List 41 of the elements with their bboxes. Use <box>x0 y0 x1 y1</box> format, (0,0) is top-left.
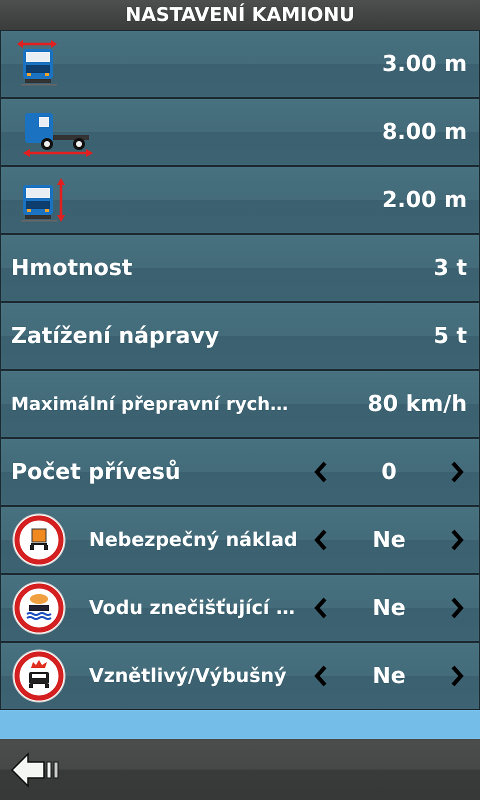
back-arrow-icon <box>10 750 60 788</box>
setting-label: Hmotnost <box>10 254 132 282</box>
chevron-left-icon <box>314 597 328 619</box>
setting-label: Počet přívesů <box>10 458 181 486</box>
screen-title: NASTAVENÍ KAMIONU <box>125 2 355 28</box>
setting-row[interactable]: Maximální přepravní rych… 80 km/h <box>0 370 480 438</box>
setting-row[interactable]: 2.00 m <box>0 166 480 234</box>
setting-row[interactable]: Počet přívesů 0 <box>0 438 480 506</box>
no-hazardous-cargo-sign-icon <box>11 512 67 568</box>
setting-row[interactable]: 8.00 m <box>0 98 480 166</box>
setting-label: Nebezpečný náklad <box>89 528 298 553</box>
back-button[interactable] <box>10 750 60 788</box>
setting-value: Ne <box>371 594 407 622</box>
setting-row[interactable]: Nebezpečný náklad Ne <box>0 506 480 574</box>
chevron-right-icon <box>450 665 464 687</box>
setting-value: Ne <box>371 526 407 554</box>
setting-label: Zatížení nápravy <box>10 322 220 350</box>
setting-value: 3.00 m <box>382 50 468 78</box>
setting-label: Vodu znečišťující … <box>89 596 296 621</box>
chevron-left-icon <box>314 461 328 483</box>
setting-value: 8.00 m <box>382 118 468 146</box>
chevron-right-icon <box>450 597 464 619</box>
setting-row[interactable]: Vodu znečišťující … Ne <box>0 574 480 642</box>
setting-label: Maximální přepravní rych… <box>10 392 288 416</box>
setting-value: 5 t <box>434 322 468 350</box>
no-explosive-cargo-sign-icon <box>11 648 67 704</box>
setting-row[interactable]: Zatížení nápravy 5 t <box>0 302 480 370</box>
setting-value: 2.00 m <box>382 186 468 214</box>
setting-row[interactable]: 3.00 m <box>0 30 480 98</box>
chevron-right-icon <box>450 529 464 551</box>
setting-value: 0 <box>380 458 398 486</box>
setting-value: 80 km/h <box>367 390 468 418</box>
setting-value: Ne <box>371 662 407 690</box>
setting-row[interactable]: Vznětlivý/Výbušný Ne <box>0 642 480 710</box>
chevron-left-icon <box>314 665 328 687</box>
setting-value: 3 t <box>434 254 468 282</box>
chevron-right-icon <box>450 461 464 483</box>
setting-label: Vznětlivý/Výbušný <box>89 664 286 689</box>
chevron-left-icon <box>314 529 328 551</box>
setting-row[interactable]: Hmotnost 3 t <box>0 234 480 302</box>
no-water-pollutant-sign-icon <box>11 580 67 636</box>
